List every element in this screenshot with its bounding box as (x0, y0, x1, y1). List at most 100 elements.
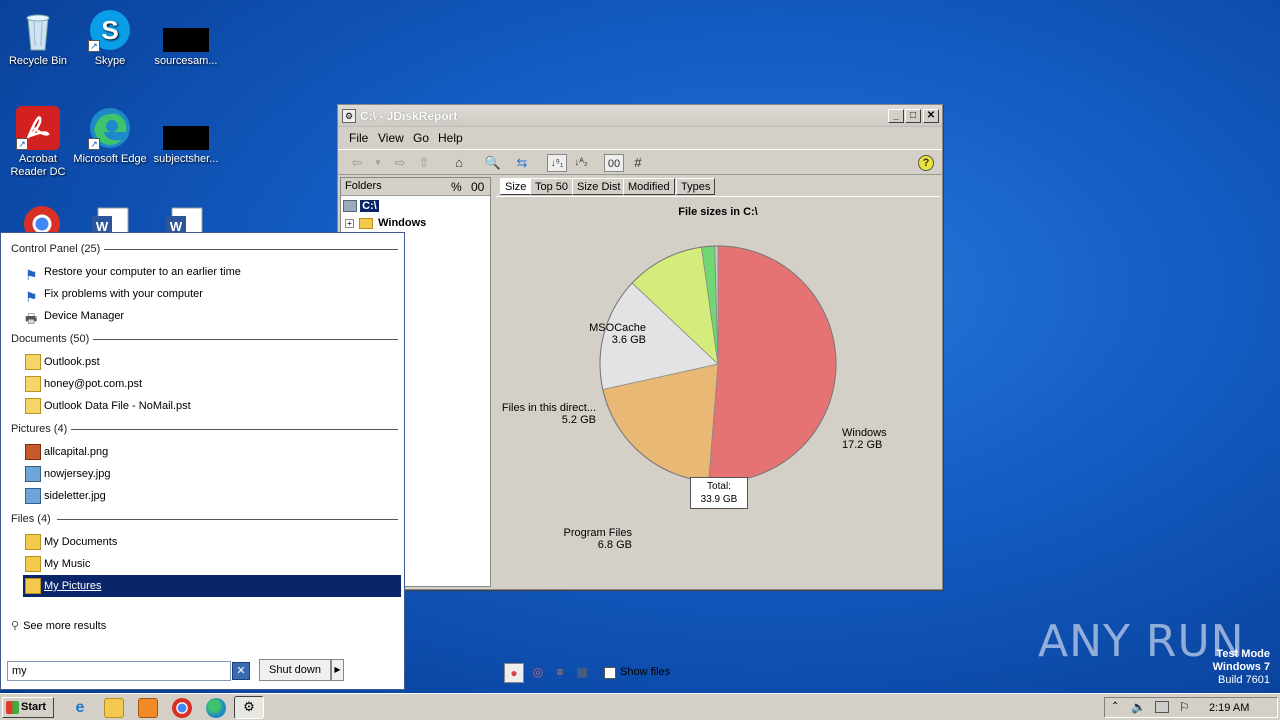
menu-go[interactable]: Go (413, 131, 429, 145)
title-bar[interactable]: ⚙ C:\ - JDiskReport _ □ ✕ (338, 105, 942, 127)
acrobat-icon: ↗ (16, 106, 60, 150)
slice-label-value: 5.2 GB (562, 414, 596, 426)
expand-icon[interactable]: + (345, 218, 354, 228)
chart-pane: Size Top 50 Size Dist Modified Types Fil… (496, 177, 940, 683)
test-mode-watermark: Test Mode Windows 7 Build 7601 (1213, 648, 1270, 687)
ring-view-button[interactable]: ◎ (528, 663, 548, 683)
size-toggle[interactable]: 00 (471, 180, 484, 194)
result-label: Restore your computer to an earlier time (44, 266, 241, 278)
internet-explorer-icon[interactable]: e (70, 698, 90, 718)
image-file-icon (25, 444, 41, 460)
show-files-checkbox[interactable] (604, 667, 616, 679)
count-format-toggle[interactable]: # (628, 154, 648, 172)
tree-root[interactable]: C:\ (343, 200, 379, 213)
jdiskreport-task-icon[interactable]: ⚙ (234, 696, 264, 719)
tab-size[interactable]: Size (500, 178, 532, 195)
action-center-flag-icon[interactable]: ⚐ (1179, 700, 1190, 714)
shut-down-button[interactable]: Shut down (259, 659, 331, 681)
size-format-toggle[interactable]: 00 (604, 154, 624, 172)
network-icon[interactable] (1155, 701, 1169, 713)
result-my-music[interactable]: My Music (23, 553, 401, 575)
edge-icon[interactable] (206, 698, 226, 718)
table-view-button[interactable]: ▦ (572, 663, 592, 683)
windows-logo-icon (6, 701, 19, 714)
home-icon[interactable]: ⌂ (449, 154, 469, 172)
result-my-documents[interactable]: My Documents (23, 531, 401, 553)
media-player-icon[interactable] (138, 698, 158, 718)
menu-file[interactable]: File (349, 131, 368, 145)
drive-icon (343, 200, 357, 213)
maximize-button[interactable]: □ (905, 109, 921, 123)
tab-modified[interactable]: Modified (623, 178, 675, 195)
window-title: C:\ - JDiskReport (360, 109, 458, 123)
forward-icon[interactable]: ⇨ (390, 154, 410, 172)
pst-file-icon (25, 354, 41, 370)
result-label: My Documents (44, 536, 118, 548)
result-restore-computer[interactable]: ⚑ Restore your computer to an earlier tim… (23, 261, 401, 283)
sort-descending-icon[interactable]: ↓⁹₁ (547, 154, 567, 172)
chrome-icon (22, 204, 62, 232)
result-label: sideletter.jpg (44, 490, 106, 502)
clock[interactable]: 2:19 AM (1209, 702, 1249, 714)
back-icon[interactable]: ⇦ (347, 154, 367, 172)
image-file-icon (25, 488, 41, 504)
skype-icon: S ↗ (88, 8, 132, 52)
desktop-icon-skype[interactable]: S ↗ Skype (72, 8, 148, 68)
desktop-icon-label: Microsoft Edge (73, 153, 147, 165)
word-document-icon: W (164, 206, 208, 232)
search-input[interactable] (7, 661, 231, 681)
result-allcapital-png[interactable]: allcapital.png (23, 441, 401, 463)
see-more-results-link[interactable]: ⚲ See more results (11, 619, 106, 632)
close-button[interactable]: ✕ (923, 109, 939, 123)
menu-bar: File View Go Help (338, 127, 942, 147)
result-my-pictures[interactable]: My Pictures (23, 575, 401, 597)
show-hidden-icons-button[interactable]: ⌃ (1111, 701, 1119, 712)
bar-view-button[interactable]: ≡ (550, 663, 570, 683)
desktop-icon-sourcesam[interactable]: sourcesam... (148, 8, 224, 68)
result-fix-problems[interactable]: ⚑ Fix problems with your computer (23, 283, 401, 305)
sort-alpha-icon[interactable]: ↓ᴬ₂ (571, 154, 591, 172)
result-label: allcapital.png (44, 446, 109, 458)
volume-icon[interactable]: 🔈 (1131, 700, 1146, 714)
result-honey-pst[interactable]: honey@pot.com.pst (23, 373, 401, 395)
section-divider (57, 519, 398, 520)
search-icon[interactable]: 🔍 (483, 154, 503, 172)
music-folder-icon (25, 556, 41, 572)
app-icon: ⚙ (342, 109, 356, 123)
result-outlook-data-file[interactable]: Outlook Data File - NoMail.pst (23, 395, 401, 417)
pie-view-button[interactable]: ● (504, 663, 524, 683)
pst-file-icon (25, 376, 41, 392)
menu-view[interactable]: View (378, 131, 404, 145)
pie-slice-windows[interactable] (708, 245, 837, 483)
tab-top-50[interactable]: Top 50 (530, 178, 574, 195)
refresh-icon[interactable]: ⇆ (512, 154, 532, 172)
desktop-icon-acrobat[interactable]: ↗ Acrobat Reader DC (0, 106, 76, 179)
tree-item-windows[interactable]: + Windows (345, 217, 426, 229)
dropdown-arrow-icon[interactable]: ▼ (368, 154, 388, 172)
start-button[interactable]: Start (2, 697, 54, 718)
percent-toggle[interactable]: % (451, 180, 462, 194)
folder-icon (25, 534, 41, 550)
desktop-icon-edge[interactable]: ↗ Microsoft Edge (72, 106, 148, 166)
clear-search-button[interactable]: ✕ (232, 662, 250, 680)
minimize-button[interactable]: _ (888, 109, 904, 123)
chart-title: File sizes in C:\ (678, 206, 758, 218)
result-label: honey@pot.com.pst (44, 378, 142, 390)
tab-types[interactable]: Types (676, 178, 716, 195)
shut-down-options-button[interactable]: ▶ (331, 659, 344, 681)
result-device-manager[interactable]: 🖶 Device Manager (23, 305, 401, 327)
chrome-icon[interactable] (172, 698, 192, 718)
menu-help[interactable]: Help (438, 131, 463, 145)
result-nowjersey-jpg[interactable]: nowjersey.jpg (23, 463, 401, 485)
tab-size-dist[interactable]: Size Dist (572, 178, 626, 195)
result-sideletter-jpg[interactable]: sideletter.jpg (23, 485, 401, 507)
result-outlook-pst[interactable]: Outlook.pst (23, 351, 401, 373)
result-label: My Music (44, 558, 91, 570)
up-icon[interactable]: ⇧ (414, 154, 434, 172)
desktop-icon-recycle-bin[interactable]: Recycle Bin (0, 8, 76, 68)
slice-label-name: Files in this direct... (502, 402, 596, 414)
explorer-icon[interactable] (104, 698, 124, 718)
slice-label-value: 6.8 GB (598, 539, 632, 551)
desktop-icon-subjectsher[interactable]: subjectsher... (148, 106, 224, 166)
help-icon[interactable]: ? (918, 155, 934, 171)
